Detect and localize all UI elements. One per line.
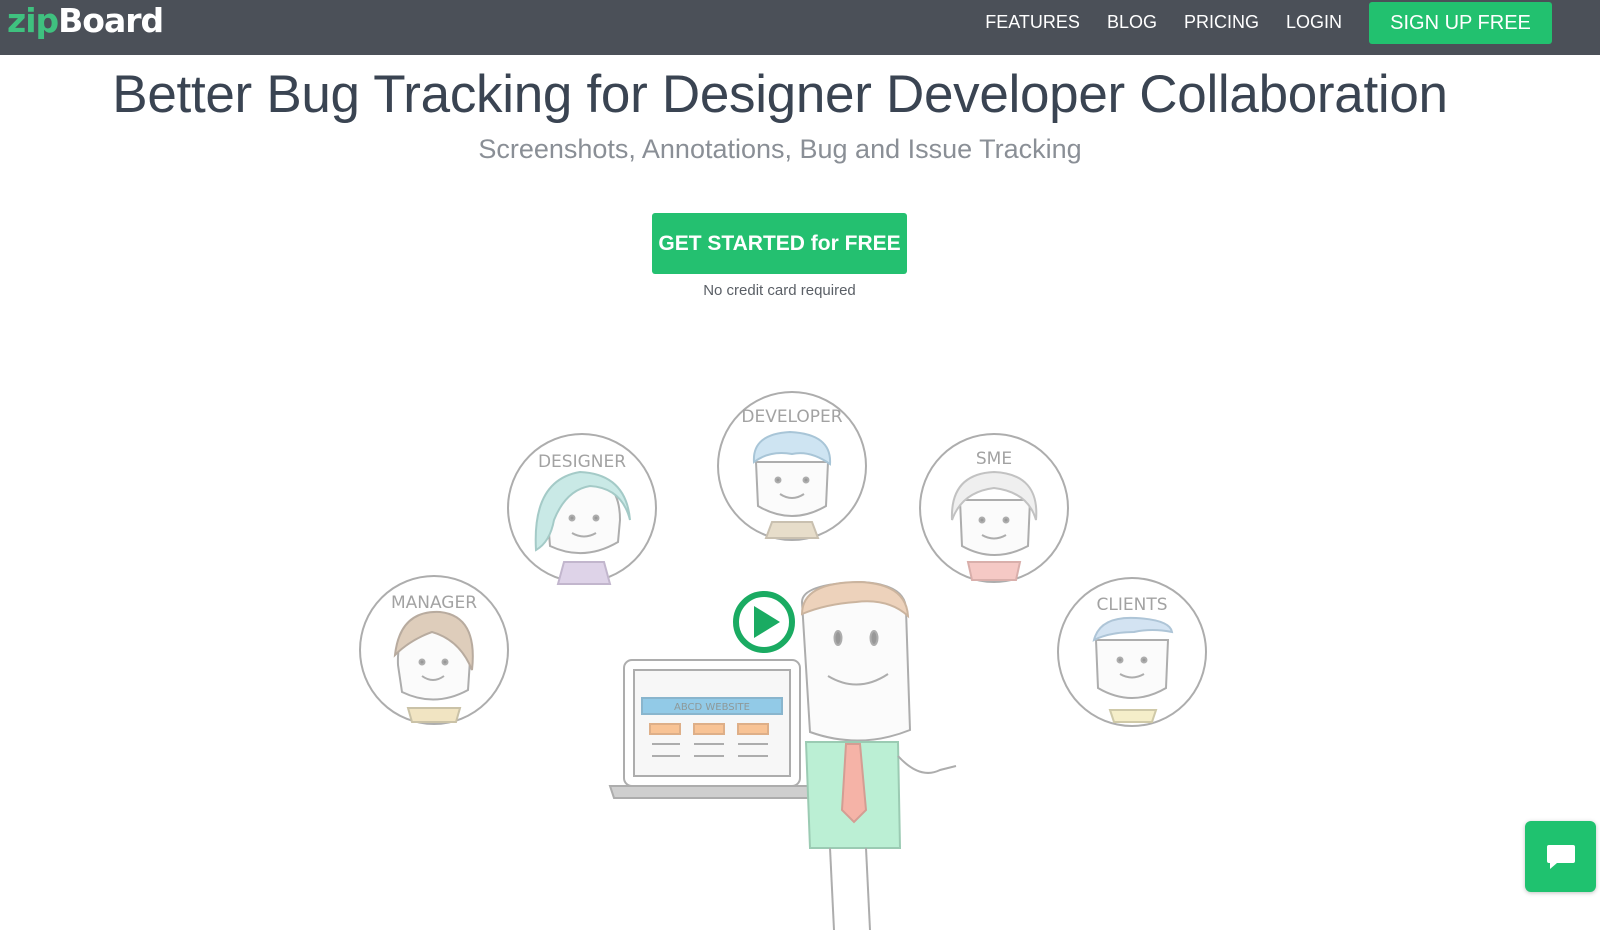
- designer-avatar: DESIGNER: [507, 433, 657, 585]
- laptop-banner: ABCD WEBSITE: [674, 702, 750, 713]
- nav-blog-link[interactable]: BLOG: [1107, 12, 1157, 33]
- hero-illustration: MANAGER DESIGNER DEVELOPER SME CLIENTS A…: [359, 391, 1207, 930]
- sme-label: SME: [976, 449, 1012, 469]
- manager-label: MANAGER: [391, 593, 477, 613]
- nav-features-link[interactable]: FEATURES: [985, 12, 1080, 33]
- logo-zip: zip: [7, 0, 59, 40]
- chat-widget-button[interactable]: [1525, 821, 1596, 892]
- laptop-illustration: ABCD WEBSITE: [608, 659, 816, 799]
- zipboard-logo[interactable]: zip Board: [7, 0, 164, 40]
- top-navbar: zip Board FEATURES BLOG PRICING LOGIN SIG…: [0, 0, 1600, 55]
- nav-login-link[interactable]: LOGIN: [1286, 12, 1342, 33]
- main-nav: FEATURES BLOG PRICING LOGIN SIGN UP FREE: [985, 0, 1600, 44]
- nav-pricing-link[interactable]: PRICING: [1184, 12, 1259, 33]
- sme-avatar: SME: [919, 433, 1069, 583]
- presenter-character: [800, 580, 957, 930]
- logo-board: Board: [58, 0, 164, 40]
- developer-label: DEVELOPER: [741, 407, 842, 427]
- sign-up-free-button[interactable]: SIGN UP FREE: [1369, 2, 1552, 44]
- manager-avatar: MANAGER: [359, 575, 509, 725]
- chat-icon: [1546, 844, 1575, 869]
- play-icon[interactable]: [733, 591, 795, 653]
- hero-title: Better Bug Tracking for Designer Develop…: [112, 65, 1448, 124]
- hero-subtitle: Screenshots, Annotations, Bug and Issue …: [478, 134, 1082, 164]
- designer-label: DESIGNER: [538, 452, 626, 472]
- developer-avatar: DEVELOPER: [717, 391, 867, 541]
- no-credit-card-note: No credit card required: [703, 282, 856, 299]
- clients-avatar: CLIENTS: [1057, 577, 1207, 727]
- clients-label: CLIENTS: [1097, 595, 1168, 615]
- get-started-button[interactable]: GET STARTED for FREE: [652, 213, 907, 274]
